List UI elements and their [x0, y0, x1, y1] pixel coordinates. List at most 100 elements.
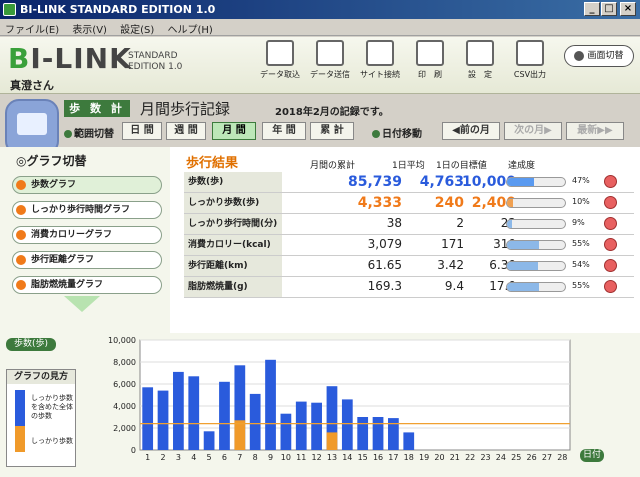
graph-steps-button[interactable]: 歩数グラフ: [12, 176, 162, 194]
page-title: 月間歩行記録: [140, 100, 231, 118]
graph-fat-burn-button[interactable]: 脂肪燃焼量グラフ: [12, 276, 162, 294]
achievement-bar: [506, 177, 566, 187]
user-name: 真澄さん: [10, 79, 54, 92]
tool-label: データ取込: [260, 70, 300, 79]
next-month-button[interactable]: 次の月▶: [504, 122, 562, 140]
menu-bar: ファイル(E) 表示(V) 設定(S) ヘルプ(H): [0, 19, 640, 36]
prev-month-label: 前の月: [459, 125, 490, 136]
page-subtitle: 2018年2月の記録です。: [275, 107, 389, 118]
result-row: しっかり歩行時間(分)382229%: [184, 214, 634, 235]
maximize-button[interactable]: □: [601, 2, 617, 16]
printer-icon: [416, 40, 444, 66]
graph-switch-title: ◎グラフ切替: [16, 152, 87, 169]
bullet-icon: [64, 130, 72, 138]
achievement-bar: [506, 261, 566, 271]
minimize-button[interactable]: _: [584, 2, 600, 16]
settings-button[interactable]: 設 定: [455, 40, 505, 80]
legend-title: グラフの見方: [7, 370, 75, 384]
result-value-total: 85,739: [347, 174, 402, 190]
col-header-goal: 1日の目標値: [436, 161, 487, 171]
achievement-percent: 47%: [572, 176, 590, 185]
gear-icon: [466, 40, 494, 66]
achievement-percent: 55%: [572, 281, 590, 290]
graph-distance-button[interactable]: 歩行距離グラフ: [12, 251, 162, 269]
sad-face-icon: [604, 280, 617, 293]
screen-switch-button[interactable]: 画面切替: [564, 45, 634, 67]
tab-day[interactable]: 日 間: [122, 122, 162, 140]
print-button[interactable]: 印 刷: [405, 40, 455, 80]
arrow-icon: [16, 280, 26, 290]
achievement-bar: [506, 219, 566, 229]
result-row-label: 歩行距離(km): [184, 256, 282, 276]
col-header-achievement: 達成度: [508, 161, 536, 171]
latest-arrow-icon: ▶▶: [597, 125, 613, 136]
graph-button-label: 歩行距離グラフ: [31, 255, 95, 265]
graph-firm-time-button[interactable]: しっかり歩行時間グラフ: [12, 201, 162, 219]
achievement-percent: 10%: [572, 197, 590, 206]
prev-month-button[interactable]: ◀前の月: [442, 122, 500, 140]
achievement-percent: 9%: [572, 218, 585, 227]
chart-area: [0, 333, 640, 477]
achievement-bar: [506, 282, 566, 292]
switch-icon: [574, 50, 585, 61]
latest-label: 最新: [577, 125, 598, 136]
date-move-label: 日付移動: [372, 125, 422, 140]
achievement-percent: 55%: [572, 239, 590, 248]
sad-face-icon: [604, 196, 617, 209]
graph-calorie-button[interactable]: 消費カロリーグラフ: [12, 226, 162, 244]
result-value-total: 38: [386, 216, 402, 230]
range-label-text: 範囲切替: [74, 129, 114, 140]
result-row-label: しっかり歩数(歩): [184, 193, 282, 213]
tool-label: 印 刷: [418, 70, 442, 79]
graph-button-label: しっかり歩行時間グラフ: [31, 205, 131, 215]
result-value-total: 61.65: [367, 258, 402, 272]
sad-face-icon: [604, 238, 617, 251]
result-row-label: 消費カロリー(kcal): [184, 235, 282, 255]
col-header-total: 月間の累計: [310, 161, 356, 171]
document-icon: [516, 40, 544, 66]
import-data-button[interactable]: データ取込: [255, 40, 305, 80]
site-connect-button[interactable]: サイト接続: [355, 40, 405, 80]
range-label: 範囲切替: [64, 125, 114, 140]
results-title: 歩行結果: [186, 156, 239, 171]
title-bar: BI-LINK STANDARD EDITION 1.0 _ □ ×: [0, 0, 640, 19]
graph-button-label: 脂肪燃焼量グラフ: [31, 280, 104, 290]
achievement-percent: 54%: [572, 260, 590, 269]
result-row: 脂肪燃焼量(g) 169.3 9.4 17.0 55%: [184, 277, 634, 298]
window-title: BI-LINK STANDARD EDITION 1.0: [20, 3, 216, 16]
edition-line1: STANDARD: [128, 51, 178, 61]
menu-view[interactable]: 表示(V): [67, 19, 112, 38]
prev-arrow-icon: ◀: [452, 125, 460, 136]
tab-year[interactable]: 年 間: [262, 122, 306, 140]
tab-week[interactable]: 週 間: [166, 122, 206, 140]
tab-cumulative[interactable]: 累 計: [310, 122, 354, 140]
send-icon: [316, 40, 344, 66]
result-value-total: 3,079: [367, 237, 402, 251]
site-icon: [366, 40, 394, 66]
next-arrow-icon: ▶: [544, 125, 552, 136]
bullet-icon: [372, 130, 380, 138]
menu-file[interactable]: ファイル(E): [0, 19, 64, 38]
x-axis-label: 日付: [580, 449, 604, 462]
sad-face-icon: [604, 217, 617, 230]
app-header: BI-LINK STANDARD EDITION 1.0 真澄さん データ取込 …: [0, 37, 640, 94]
legend-total-text: しっかり歩数を含めた全体の歩数: [31, 394, 73, 420]
result-value-total: 4,333: [357, 195, 402, 211]
menu-settings[interactable]: 設定(S): [115, 19, 159, 38]
close-button[interactable]: ×: [620, 2, 636, 16]
edition-text: STANDARD EDITION 1.0: [128, 51, 182, 73]
graph-button-label: 歩数グラフ: [31, 180, 77, 190]
app-icon: [3, 3, 16, 16]
result-row-label: 脂肪燃焼量(g): [184, 277, 282, 297]
send-data-button[interactable]: データ送信: [305, 40, 355, 80]
screen-switch-label: 画面切替: [587, 51, 624, 61]
achievement-bar: [506, 198, 566, 208]
tab-month[interactable]: 月 間: [212, 122, 256, 140]
bullet-icon: ◎: [16, 154, 27, 168]
legend-firm-text: しっかり歩数: [31, 437, 73, 445]
achievement-bar: [506, 240, 566, 250]
result-row-label: しっかり歩行時間(分): [184, 214, 282, 234]
menu-help[interactable]: ヘルプ(H): [163, 19, 218, 38]
csv-export-button[interactable]: CSV出力: [505, 40, 555, 80]
latest-button[interactable]: 最新▶▶: [566, 122, 624, 140]
